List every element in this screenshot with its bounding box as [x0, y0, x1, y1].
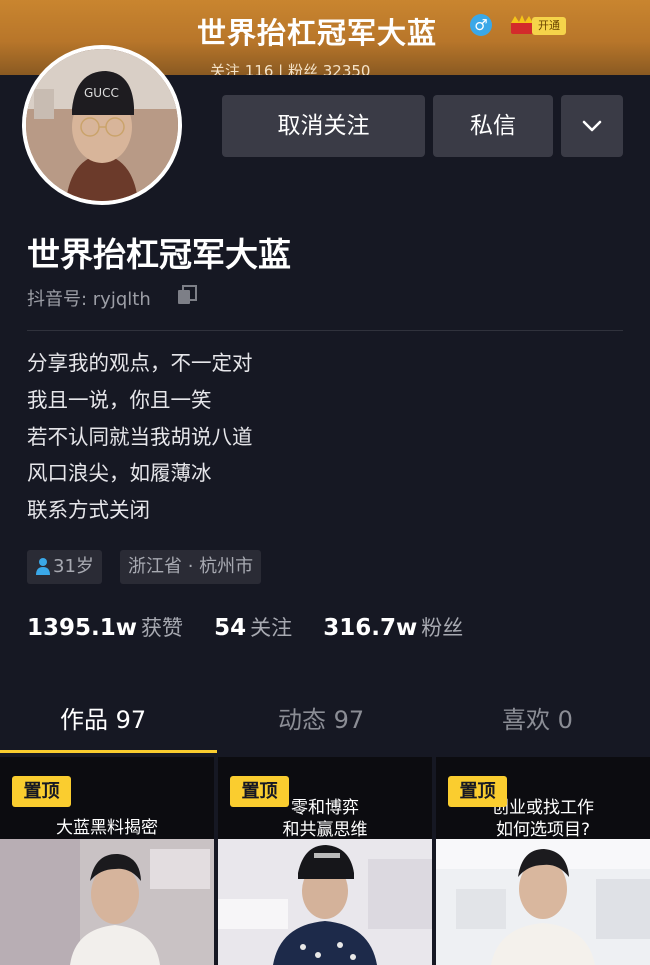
age-tag: 31岁	[27, 550, 102, 584]
pinned-badge: 置顶	[448, 776, 507, 807]
male-gender-icon: ♂	[470, 14, 492, 36]
bio-line: 分享我的观点，不一定对	[27, 351, 253, 375]
video-thumbnail[interactable]: 置顶 创业或找工作 如何选项目?	[436, 757, 650, 965]
bio-line: 联系方式关闭	[27, 498, 150, 523]
bio-line: 风口浪尖，如履薄冰	[27, 461, 212, 486]
video-caption: 大蓝黑料揭密	[56, 818, 158, 838]
stats-row: 1395.1w 获赞 54 关注 316.7w 粉丝	[27, 612, 489, 642]
svg-text:GUCC: GUCC	[84, 86, 119, 100]
followers-count[interactable]: 316.7w	[323, 615, 417, 641]
bio-line: 我且一说，你且一笑	[27, 387, 212, 412]
avatar-image: GUCC	[26, 49, 178, 201]
vip-open-badge[interactable]: 开通	[532, 17, 566, 35]
likes-label: 获赞	[141, 616, 184, 640]
video-caption: 和共赢思维	[282, 820, 368, 840]
more-options-button[interactable]	[561, 95, 623, 157]
pinned-badge: 置顶	[230, 776, 289, 807]
following-count[interactable]: 54	[214, 615, 246, 641]
video-caption: 如何选项目?	[495, 820, 591, 840]
header-title: 世界抬杠冠军大蓝	[197, 16, 438, 50]
followers-label[interactable]: 粉丝	[421, 616, 463, 640]
header-counts: 关注 116 | 粉丝 32350	[210, 62, 371, 75]
profile-name: 世界抬杠冠军大蓝	[27, 235, 291, 274]
chevron-down-icon	[582, 120, 602, 132]
active-tab-indicator	[0, 750, 217, 753]
avatar[interactable]: GUCC	[22, 45, 182, 205]
tab-works[interactable]: 作品 97	[60, 700, 146, 740]
video-thumbnail[interactable]: 置顶 零和博弈 和共赢思维	[218, 757, 432, 965]
likes-count: 1395.1w	[27, 615, 138, 641]
douyin-id: 抖音号: ryjqlth	[27, 289, 151, 310]
divider	[27, 330, 623, 331]
unfollow-button[interactable]: 取消关注	[222, 95, 425, 157]
tab-dynamic[interactable]: 动态 97	[278, 700, 364, 740]
video-cover-image	[218, 839, 432, 965]
following-label[interactable]: 关注	[250, 616, 292, 640]
location-tag: 浙江省 · 杭州市	[120, 550, 262, 584]
message-button[interactable]: 私信	[433, 95, 553, 157]
person-icon	[36, 558, 50, 575]
video-cover-image	[0, 839, 214, 965]
bio-line: 若不认同就当我胡说八道	[27, 424, 253, 449]
video-thumbnail[interactable]: 置顶 大蓝黑料揭密	[0, 757, 214, 965]
copy-icon[interactable]	[176, 284, 198, 306]
tab-likes[interactable]: 喜欢 0	[502, 700, 573, 740]
pinned-badge: 置顶	[12, 776, 71, 807]
age-label: 31岁	[53, 556, 94, 577]
video-cover-image	[436, 839, 650, 965]
bio: 分享我的观点，不一定对 我且一说，你且一笑 若不认同就当我胡说八道 风口浪尖，如…	[27, 345, 253, 529]
